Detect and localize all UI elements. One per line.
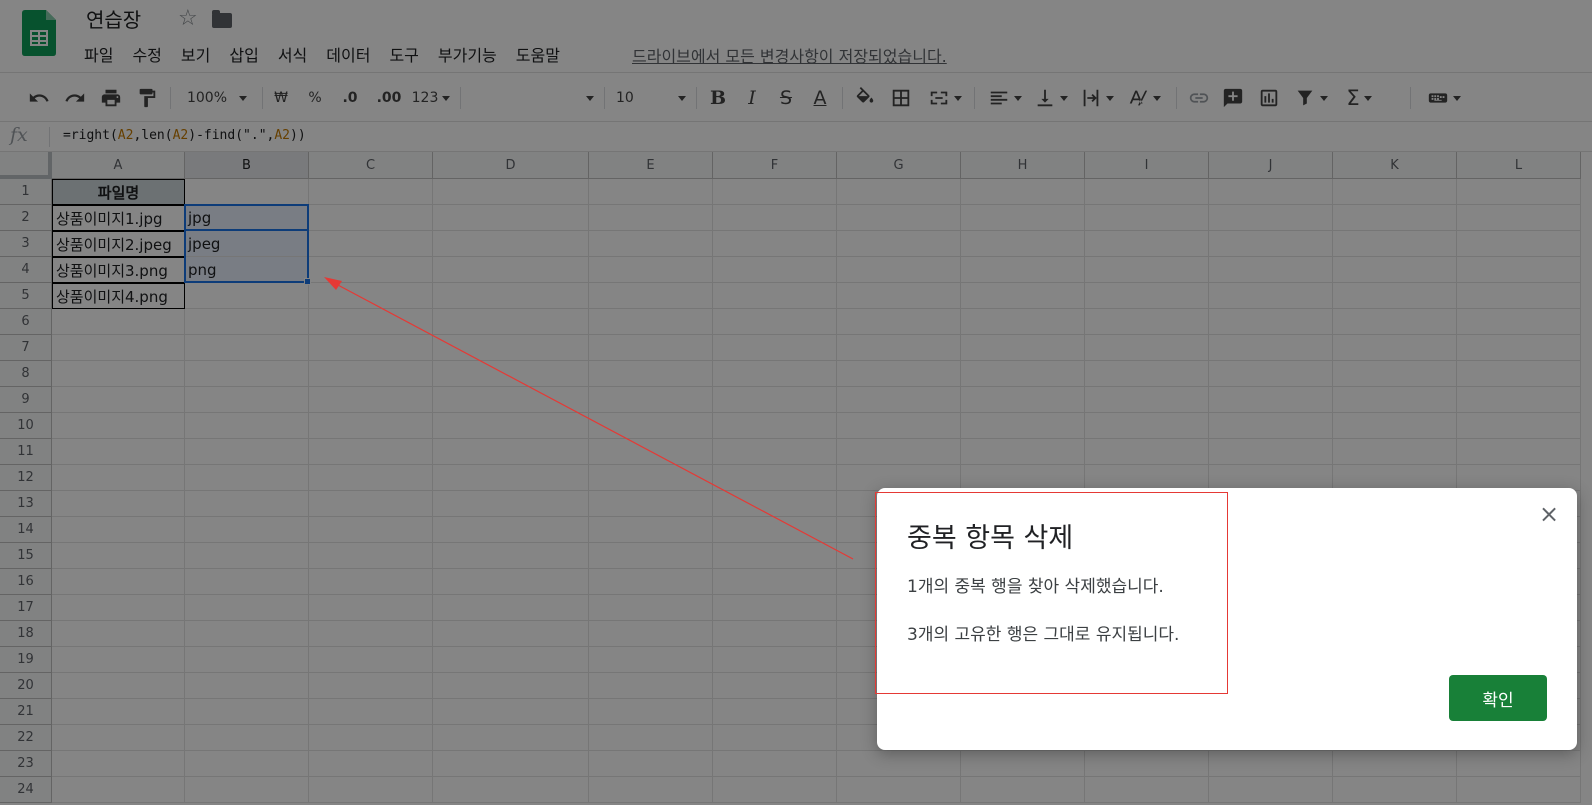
dialog-message-removed: 1개의 중복 행을 찾아 삭제했습니다. <box>907 577 1164 597</box>
remove-duplicates-dialog: 중복 항목 삭제 1개의 중복 행을 찾아 삭제했습니다. 3개의 고유한 행은… <box>877 488 1577 750</box>
sheets-app: 연습장 ☆ 파일 수정 보기 삽입 서식 데이터 도구 부가기능 도움말 드라이… <box>0 0 1592 805</box>
dialog-title: 중복 항목 삭제 <box>907 523 1074 554</box>
dialog-message-kept: 3개의 고유한 행은 그대로 유지됩니다. <box>907 625 1180 645</box>
ok-button[interactable]: 확인 <box>1449 675 1547 721</box>
close-icon[interactable]: × <box>1537 502 1561 526</box>
